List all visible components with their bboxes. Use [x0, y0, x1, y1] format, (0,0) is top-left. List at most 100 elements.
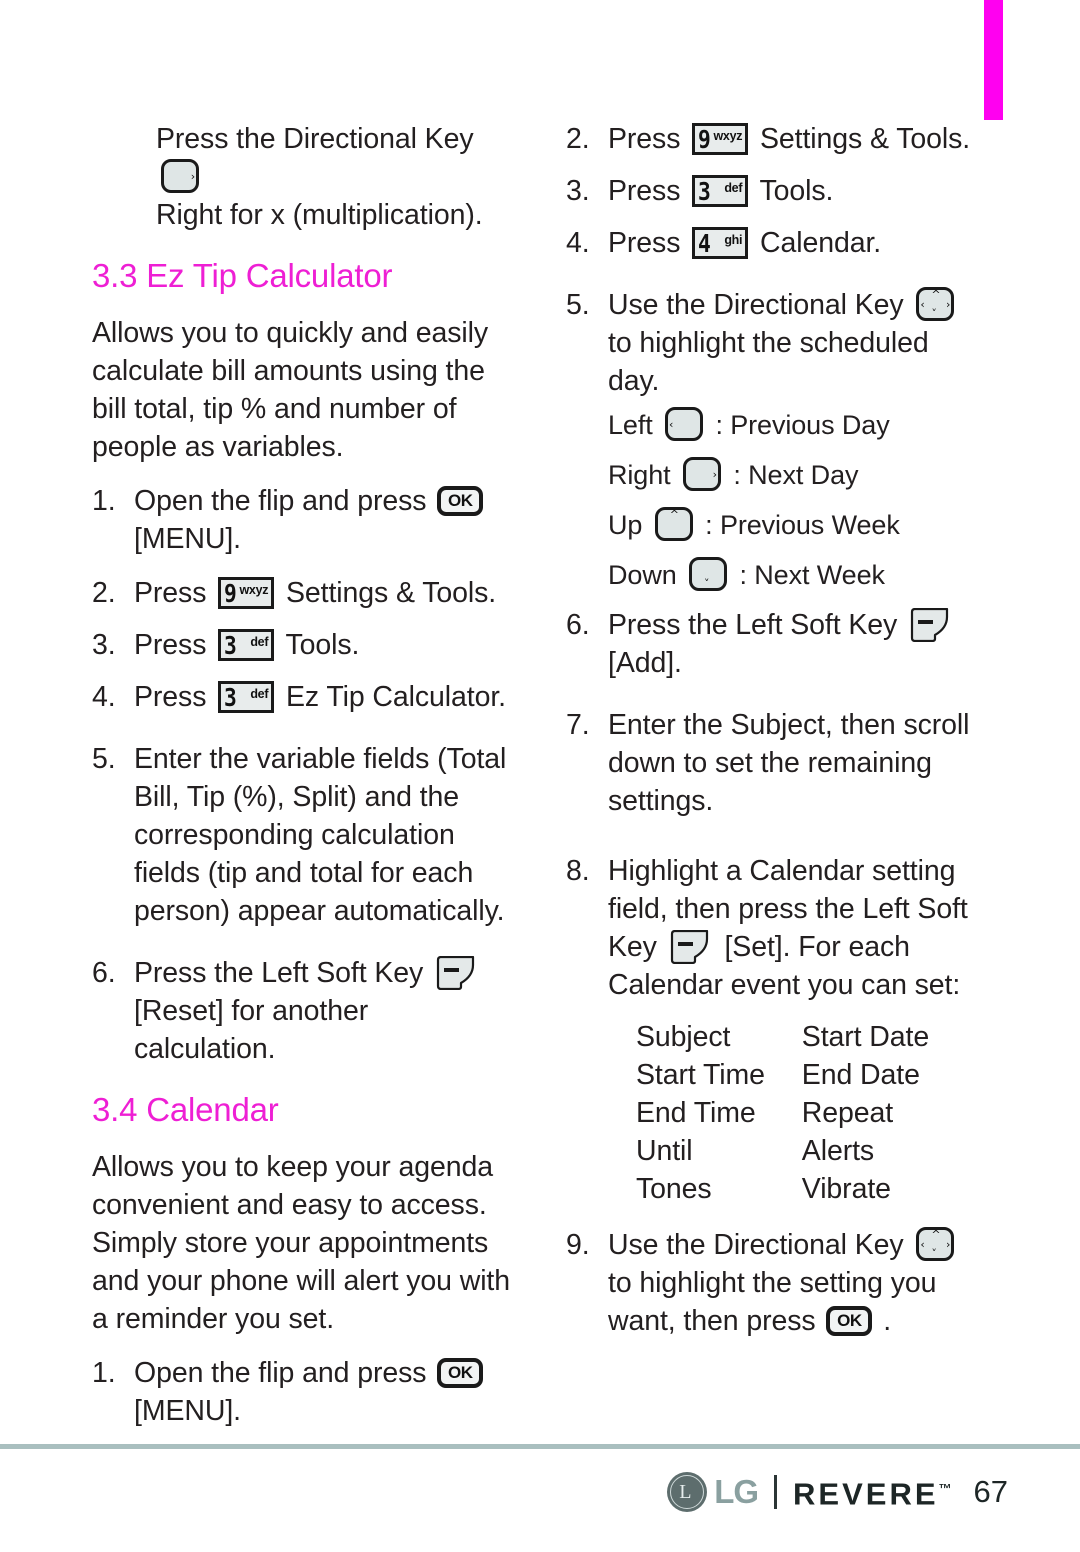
keypad-digit: 3 [224, 683, 237, 712]
keypad-key-9-icon: 9 wxyz [218, 577, 275, 609]
settings-cell: Subject [636, 1021, 731, 1053]
left-column: Press the Directional Key › Right for x … [92, 120, 512, 1444]
step-number: 5. [566, 289, 590, 321]
settings-cell: Alerts [801, 1135, 875, 1167]
footer-divider [0, 1444, 1080, 1449]
direction-desc: : Previous Day [715, 410, 890, 440]
keypad-key-3-icon: 3 def [218, 629, 275, 661]
trademark-symbol: ™ [938, 1481, 952, 1497]
heading-calendar: 3.4 Calendar [92, 1091, 279, 1128]
direction-desc: : Next Week [739, 560, 885, 590]
step-number: 4. [92, 681, 116, 713]
step-number: 1. [92, 1357, 116, 1389]
step-text: Press [608, 227, 681, 259]
keypad-letters: wxyz [713, 129, 743, 143]
step-ez-1: 1. Open the flip and press OK [MENU]. [92, 482, 512, 558]
directional-key-left-icon: ‹ [665, 407, 704, 441]
step-text: Press the Left Soft Key [608, 609, 898, 641]
directional-key-down-icon: ˅ [689, 557, 728, 591]
step-number: 1. [92, 485, 116, 517]
step-text: Press the Left Soft Key [134, 957, 424, 989]
directional-key-all-icon: ‹ › ^ ˅ [916, 1227, 955, 1261]
settings-row: Subject Start Date [636, 1018, 986, 1056]
step-ez-4: 4. Press 3 def Ez Tip Calculator. [92, 678, 512, 716]
step-text-cont: Tools. [759, 175, 834, 207]
step-text: Press [608, 175, 681, 207]
heading-ez-tip-calculator: 3.3 Ez Tip Calculator [92, 257, 393, 294]
step-number: 2. [566, 123, 590, 155]
continued-note-line2: Right for x (multiplication). [156, 199, 483, 231]
step-number: 4. [566, 227, 590, 259]
step-text-cont: [Set]. For each Calendar event you can s… [608, 931, 961, 1001]
keypad-key-3-icon: 3 def [218, 681, 275, 713]
direction-label: Right [608, 460, 671, 490]
settings-cell: Repeat [801, 1097, 894, 1129]
arrow-up-glyph: ^ [931, 288, 941, 301]
settings-cell: Until [636, 1135, 693, 1167]
step-ez-5: 5. Enter the variable fields (Total Bill… [92, 740, 512, 930]
settings-cell: End Date [801, 1059, 920, 1091]
step-text-cont: Settings & Tools. [286, 577, 497, 609]
step-cal-9: 9. Use the Directional Key ‹ › ^ ˅ to hi… [566, 1226, 986, 1340]
settings-row: End Time Repeat [636, 1094, 986, 1132]
step-text: Enter the variable fields (Total Bill, T… [134, 743, 507, 927]
settings-cell: Tones [636, 1173, 712, 1205]
arrow-left-glyph: ‹ [669, 418, 674, 431]
settings-cell: End Time [636, 1097, 756, 1129]
step-text-cont: Tools. [285, 629, 360, 661]
arrow-up-glyph: ^ [669, 508, 679, 521]
step-text: Use the Directional Key [608, 289, 904, 321]
step-text-cont: [Add]. [608, 647, 682, 679]
ok-key-label: OK [447, 491, 473, 510]
keypad-letters: def [250, 635, 269, 649]
product-wordmark: REVERE™ [793, 1472, 951, 1511]
keypad-digit: 9 [698, 125, 711, 154]
step-cal-2: 2. Press 9 wxyz Settings & Tools. [566, 120, 986, 158]
direction-row-right: Right › : Next Day [608, 456, 986, 494]
step-number: 3. [92, 629, 116, 661]
step-text: Open the flip and press [134, 1357, 427, 1389]
direction-row-down: Down ˅ : Next Week [608, 556, 986, 594]
keypad-digit: 3 [224, 631, 237, 660]
intro-ez-tip-calculator: Allows you to quickly and easily calcula… [92, 317, 488, 463]
ok-key-icon: OK [437, 1358, 484, 1388]
continued-note-line1: Press the Directional Key [156, 123, 474, 155]
right-column: 2. Press 9 wxyz Settings & Tools. 3. Pre… [566, 120, 986, 1354]
step-text: Press [608, 123, 681, 155]
step-number: 7. [566, 709, 590, 741]
step-number: 6. [566, 609, 590, 641]
step-text-cont: Settings & Tools. [760, 123, 971, 155]
direction-label: Left [608, 410, 653, 440]
product-name: REVERE [793, 1476, 939, 1512]
step-cal-6: 6. Press the Left Soft Key [Add]. [566, 606, 986, 682]
left-soft-key-icon [435, 956, 479, 990]
step-text-cont: [MENU]. [134, 523, 241, 555]
lg-logo-icon: L [667, 1472, 708, 1512]
step-text-cont: [MENU]. [134, 1395, 241, 1427]
step-number: 3. [566, 175, 590, 207]
keypad-digit: 4 [698, 229, 711, 258]
settings-cell: Start Date [801, 1021, 930, 1053]
lg-logo-face: L [679, 1481, 692, 1503]
continued-note: Press the Directional Key › Right for x … [92, 120, 512, 234]
keypad-letters: ghi [724, 233, 743, 247]
arrow-down-glyph: ˅ [931, 1247, 937, 1260]
ok-key-label: OK [837, 1311, 862, 1330]
lg-wordmark: LG [714, 1473, 759, 1510]
arrow-right-glyph: › [190, 170, 195, 183]
step-cal-1: 1. Open the flip and press OK [MENU]. [92, 1354, 512, 1430]
step-cal-5: 5. Use the Directional Key ‹ › ^ ˅ to hi… [566, 286, 986, 400]
left-soft-key-icon [669, 930, 713, 964]
direction-label: Down [608, 560, 677, 590]
settings-row: Until Alerts [636, 1132, 986, 1170]
step-text-cont: Ez Tip Calculator. [286, 681, 506, 713]
step-text: Press [134, 681, 207, 713]
step-number: 9. [566, 1229, 590, 1261]
directional-key-right-icon: › [682, 457, 721, 491]
step-number: 6. [92, 957, 116, 989]
directional-key-up-icon: ^ [654, 507, 693, 541]
arrow-right-glyph: › [946, 1238, 951, 1251]
page-number: 67 [973, 1474, 1008, 1509]
step-ez-3: 3. Press 3 def Tools. [92, 626, 512, 664]
arrow-right-glyph: › [712, 468, 717, 481]
